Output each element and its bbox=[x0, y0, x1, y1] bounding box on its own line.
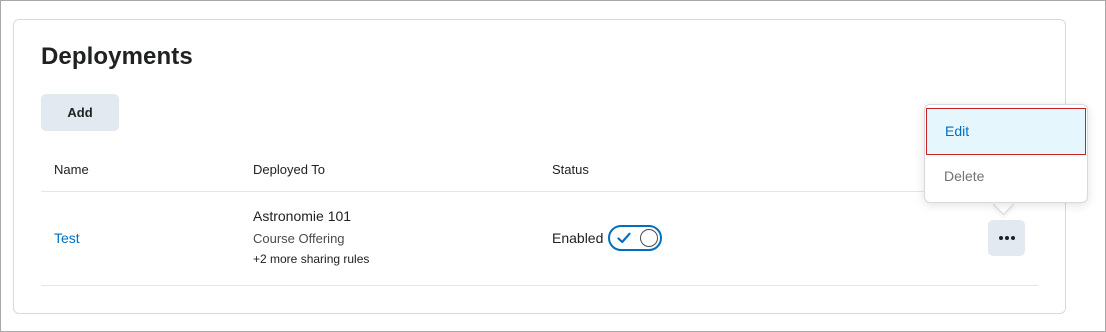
deployed-to-title: Astronomie 101 bbox=[253, 208, 352, 224]
menu-item-edit[interactable]: Edit bbox=[926, 108, 1086, 155]
more-actions-button[interactable] bbox=[988, 220, 1025, 256]
deployed-to-type: Course Offering bbox=[253, 231, 345, 246]
header-divider bbox=[41, 191, 1038, 192]
checkmark-icon bbox=[617, 232, 631, 244]
row-divider bbox=[41, 285, 1038, 286]
column-header-name[interactable]: Name bbox=[54, 162, 89, 177]
toggle-knob bbox=[640, 229, 658, 247]
column-header-status[interactable]: Status bbox=[552, 162, 589, 177]
deployment-name-link[interactable]: Test bbox=[54, 230, 80, 246]
status-label: Enabled bbox=[552, 230, 604, 246]
sharing-rules-more: +2 more sharing rules bbox=[253, 252, 370, 266]
context-menu: Edit Delete bbox=[924, 104, 1088, 203]
status-toggle[interactable] bbox=[608, 225, 662, 251]
page-title: Deployments bbox=[41, 43, 193, 70]
menu-item-delete[interactable]: Delete bbox=[925, 168, 1087, 190]
column-header-deployed-to[interactable]: Deployed To bbox=[253, 162, 325, 177]
more-horizontal-icon bbox=[998, 236, 1015, 240]
add-button[interactable]: Add bbox=[41, 94, 119, 131]
